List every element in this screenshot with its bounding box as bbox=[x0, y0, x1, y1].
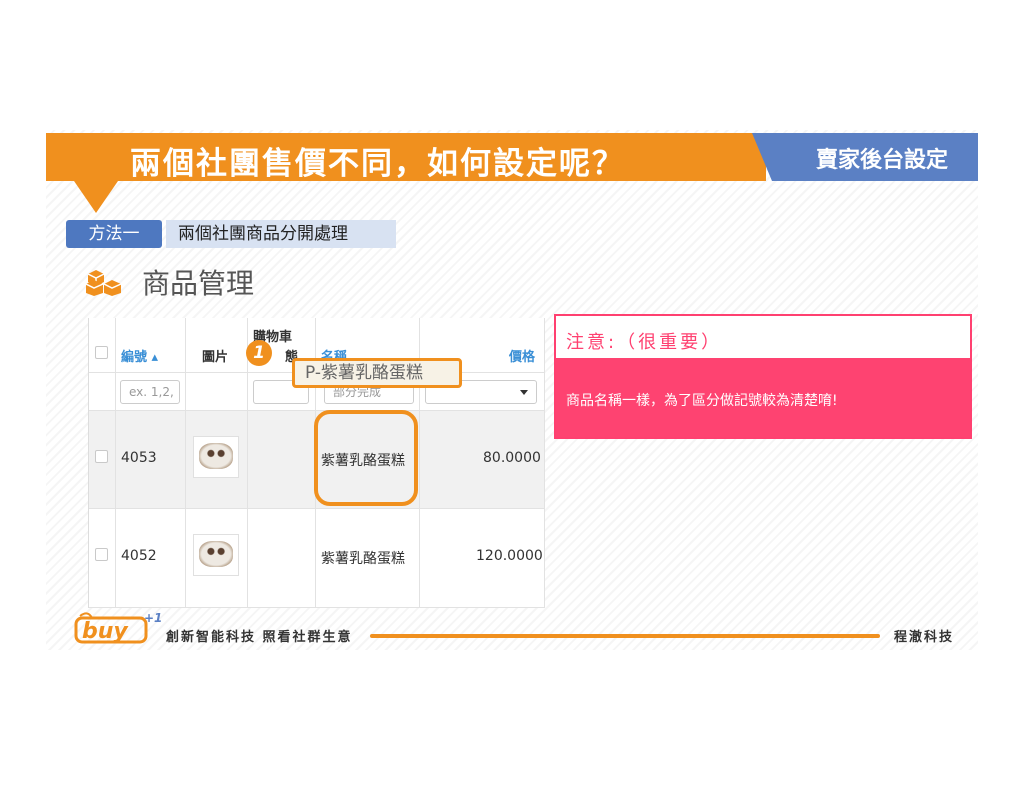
column-divider bbox=[115, 318, 116, 608]
note-title: 注意:（很重要） bbox=[566, 332, 723, 353]
note-body: 商品名稱一樣，為了區分做記號較為清楚唷! bbox=[556, 358, 970, 437]
footer-company: 程澈科技 bbox=[894, 630, 955, 645]
method-tag: 方法一 bbox=[66, 220, 162, 248]
row-divider bbox=[89, 410, 545, 411]
product-id: 4053 bbox=[121, 450, 157, 466]
product-price: 120.0000 bbox=[476, 548, 543, 564]
step-badge: 1 bbox=[246, 340, 272, 366]
section-label: 賣家後台設定 bbox=[816, 148, 949, 173]
chevron-down-icon bbox=[520, 390, 528, 395]
method-description: 兩個社團商品分開處理 bbox=[166, 220, 396, 248]
product-name[interactable]: 紫薯乳酪蛋糕 bbox=[321, 548, 405, 568]
product-id: 4052 bbox=[121, 548, 157, 564]
product-image bbox=[199, 443, 233, 469]
note-text: 商品名稱一樣，為了區分做記號較為清楚唷! bbox=[566, 393, 838, 409]
boxes-icon bbox=[86, 270, 122, 296]
footer-slogan: 創新智能科技 照看社群生意 bbox=[166, 630, 353, 645]
column-divider bbox=[185, 318, 186, 608]
column-divider bbox=[247, 318, 248, 608]
id-filter-input[interactable]: ex. 1,2, bbox=[120, 380, 180, 404]
annotation-callout: P-紫薯乳酪蛋糕 bbox=[292, 358, 462, 388]
row-checkbox[interactable] bbox=[95, 548, 108, 561]
column-divider bbox=[544, 318, 545, 608]
product-thumbnail bbox=[193, 534, 239, 576]
logo-text: buy bbox=[82, 619, 129, 644]
select-all-checkbox[interactable] bbox=[95, 346, 108, 359]
slide-title: 兩個社團售價不同，如何設定呢？ bbox=[130, 146, 625, 182]
page-title: 商品管理 bbox=[142, 267, 255, 300]
highlight-box bbox=[314, 410, 418, 506]
column-header-image: 圖片 bbox=[202, 350, 229, 365]
product-image bbox=[199, 541, 233, 567]
row-checkbox[interactable] bbox=[95, 450, 108, 463]
buy-plus-one-logo: buy +1 bbox=[74, 611, 162, 644]
column-header-id[interactable]: 編號 ▴ bbox=[121, 346, 158, 365]
row-divider bbox=[89, 508, 545, 509]
footer-divider bbox=[370, 634, 880, 638]
banner-pointer bbox=[74, 181, 118, 213]
note-box: 注意:（很重要） 商品名稱一樣，為了區分做記號較為清楚唷! bbox=[554, 314, 972, 439]
column-header-price[interactable]: 價格 bbox=[509, 346, 535, 365]
product-thumbnail bbox=[193, 436, 239, 478]
slide: 兩個社團售價不同，如何設定呢？ 賣家後台設定 方法一 兩個社團商品分開處理 商品… bbox=[46, 130, 978, 650]
product-price: 80.0000 bbox=[483, 450, 541, 466]
logo-superscript: +1 bbox=[144, 611, 162, 625]
